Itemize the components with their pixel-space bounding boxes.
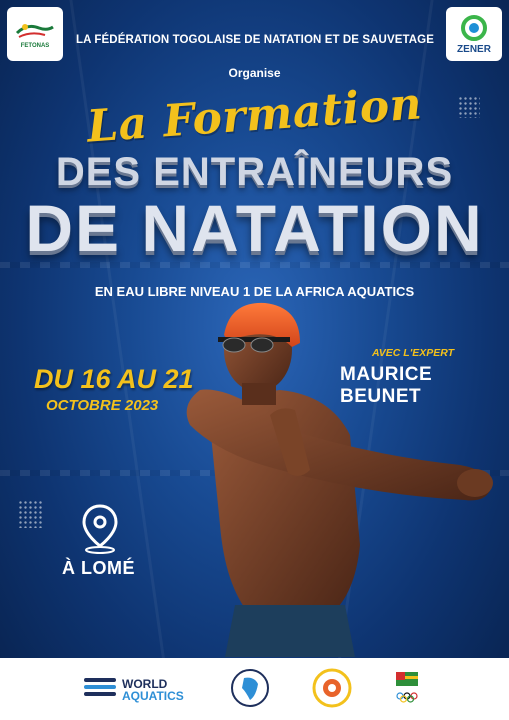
title-script: La Formation <box>85 78 424 153</box>
swimmer-logo-icon <box>15 24 54 38</box>
location-pin-icon <box>82 504 118 554</box>
poster: FETONAS ZENER LA FÉDÉRATION TOGOLAISE DE… <box>0 0 509 720</box>
title-line-2: DES ENTRAÎNEURS <box>55 150 454 194</box>
fetonas-label: FETONAS <box>20 43 50 49</box>
event-dates: DU 16 AU 21 <box>34 364 194 394</box>
zener-logo: ZENER <box>446 7 502 61</box>
event-month: OCTOBRE 2023 <box>46 397 159 414</box>
cnot-togo-logo <box>396 672 418 703</box>
federation-name: LA FÉDÉRATION TOGOLAISE DE NATATION ET D… <box>76 34 434 46</box>
expert-name: MAURICE BEUNET <box>340 364 433 407</box>
zener-label: ZENER <box>457 44 491 55</box>
fetonas-logo: FETONAS <box>7 7 63 61</box>
dot-pattern <box>18 500 42 528</box>
wa-line-2: AQUATICS <box>122 689 184 703</box>
zener-ring-icon <box>461 15 487 41</box>
africa-aquatics-logo <box>231 669 269 707</box>
title-line-3: DE NATATION <box>25 191 484 265</box>
footer-partners: WORLD AQUATICS <box>0 658 509 720</box>
event-location: À LOMÉ <box>62 558 135 578</box>
world-aquatics-logo <box>84 678 116 696</box>
partner-seal-logo <box>312 668 352 708</box>
world-aquatics-label: WORLD AQUATICS <box>122 678 184 702</box>
expert-label: AVEC L'EXPERT <box>372 347 455 359</box>
